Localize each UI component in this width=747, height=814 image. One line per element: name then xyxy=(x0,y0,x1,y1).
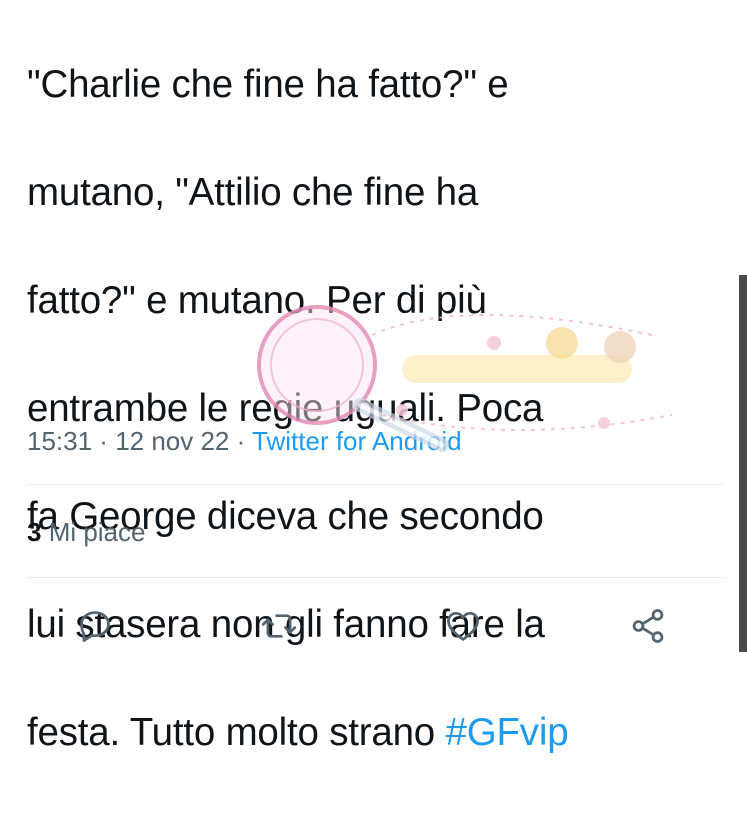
tweet-line: lui stasera non gli fanno fare la xyxy=(27,603,545,646)
divider xyxy=(27,484,723,485)
likes-count: 3 xyxy=(27,517,42,547)
reply-button[interactable] xyxy=(73,604,117,648)
tweet-time[interactable]: 15:31 xyxy=(27,426,92,456)
heart-icon xyxy=(447,611,479,641)
likes-stat[interactable]: 3 Mi piace xyxy=(27,514,146,550)
tweet-line-last: festa. Tutto molto strano #GFvip xyxy=(27,706,727,760)
tweet-meta: 15:31 · 12 nov 22 · Twitter for Android xyxy=(27,423,462,459)
tweet-source-link[interactable]: Twitter for Android xyxy=(252,426,462,456)
meta-separator: · xyxy=(229,426,253,456)
divider xyxy=(27,577,723,578)
retweet-icon xyxy=(261,614,297,638)
tweet-line: mutano, "Attilio che fine ha xyxy=(27,171,479,214)
likes-label: Mi piace xyxy=(41,517,146,547)
meta-separator: · xyxy=(92,426,116,456)
like-button[interactable] xyxy=(441,604,485,648)
share-button[interactable] xyxy=(626,604,670,648)
scrollbar[interactable] xyxy=(739,275,747,652)
tweet-date[interactable]: 12 nov 22 xyxy=(115,426,229,456)
reply-icon xyxy=(80,611,110,642)
tweet-text: "Charlie che fine ha fatto?" e mutano, "… xyxy=(27,4,727,814)
share-icon xyxy=(632,609,664,643)
tweet-line: "Charlie che fine ha fatto?" e xyxy=(27,63,509,106)
tweet-line: fatto?" e mutano. Per di più xyxy=(27,279,487,322)
hashtag-link[interactable]: #GFvip xyxy=(446,711,569,754)
tweet-line: festa. Tutto molto strano xyxy=(27,711,446,754)
retweet-button[interactable] xyxy=(257,604,301,648)
